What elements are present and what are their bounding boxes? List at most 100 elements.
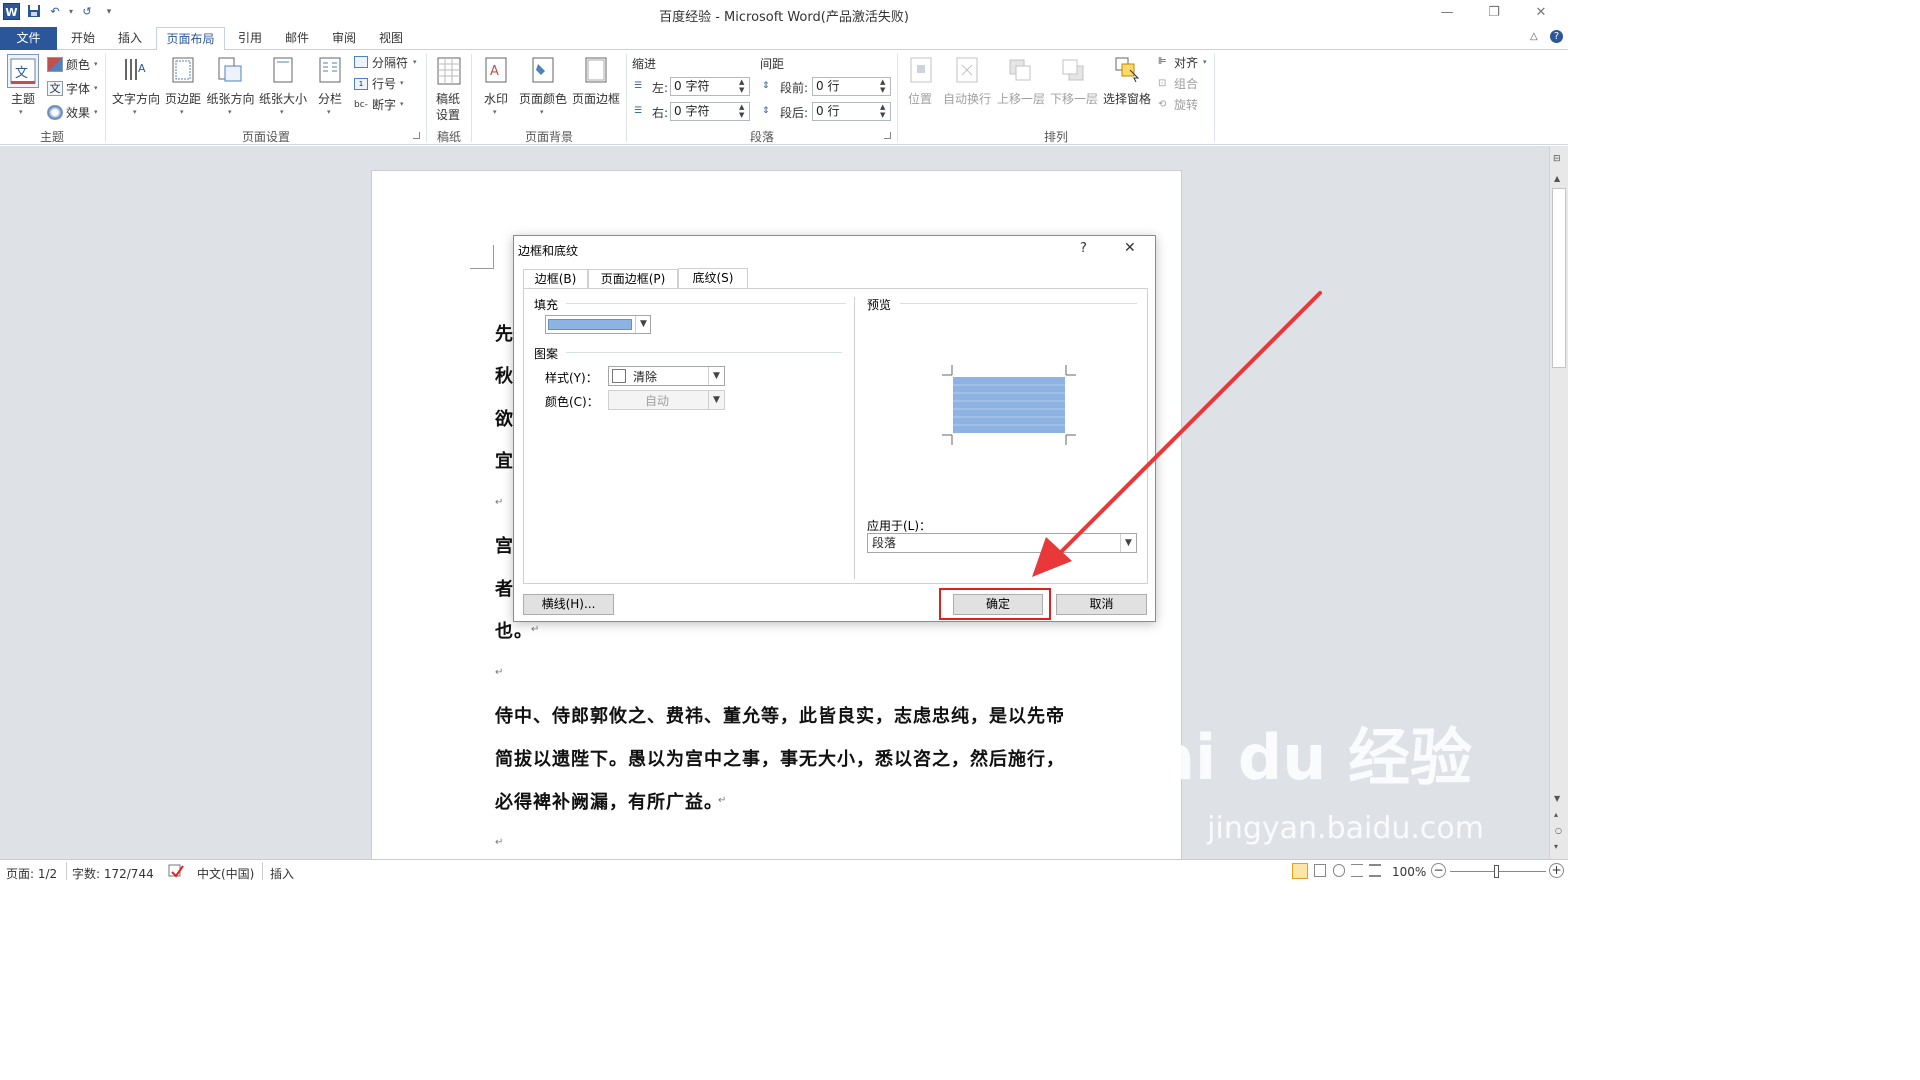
page-setup-launcher-icon[interactable] <box>413 132 420 139</box>
watermark-icon[interactable]: A <box>484 56 508 87</box>
line-numbers-button[interactable]: 行号 <box>372 77 396 91</box>
text-direction-button[interactable]: 文字方向 <box>110 92 162 106</box>
page-color-dropdown-icon[interactable]: ▾ <box>540 108 544 116</box>
text-direction-icon[interactable]: A <box>122 56 148 87</box>
align-dropdown-icon[interactable]: ▾ <box>1203 58 1207 66</box>
tab-references[interactable]: 引用 <box>228 27 272 51</box>
scroll-thumb[interactable] <box>1552 188 1566 368</box>
columns-button[interactable]: 分栏 <box>312 92 348 106</box>
web-layout-icon[interactable] <box>1333 864 1345 877</box>
orientation-dropdown-icon[interactable]: ▾ <box>228 108 232 116</box>
indent-right-input[interactable]: 0 字符 <box>670 102 750 121</box>
cancel-button[interactable]: 取消 <box>1056 594 1147 615</box>
page-count[interactable]: 页面: 1/2 <box>6 865 57 882</box>
tab-insert[interactable]: 插入 <box>108 27 152 51</box>
print-layout-view-icon[interactable] <box>1292 863 1308 879</box>
size-dropdown-icon[interactable]: ▾ <box>280 108 284 116</box>
columns-dropdown-icon[interactable]: ▾ <box>327 108 331 116</box>
indent-left-input[interactable]: 0 字符 <box>670 77 750 96</box>
help-icon[interactable]: ? <box>1550 30 1563 43</box>
manuscript-settings-line2[interactable]: 设置 <box>430 108 466 122</box>
align-icon[interactable]: ⊫ <box>1158 56 1170 68</box>
vertical-scrollbar[interactable]: ⊟ ▲ ▼ ▴ ○ ▾ <box>1549 146 1568 859</box>
columns-icon[interactable] <box>318 56 342 87</box>
style-combo[interactable]: 清除 ▼ <box>608 366 725 386</box>
tab-page-border[interactable]: 页面边框(P) <box>588 269 678 289</box>
effects-icon[interactable] <box>47 105 63 120</box>
indent-right-spinner-icon[interactable]: ▲ ▼ <box>739 103 744 119</box>
dialog-help-button[interactable]: ? <box>1080 241 1087 256</box>
next-page-icon[interactable]: ▾ <box>1554 842 1558 851</box>
size-button[interactable]: 纸张大小 <box>257 92 309 106</box>
zoom-level[interactable]: 100% <box>1392 865 1426 879</box>
outline-view-icon[interactable] <box>1351 864 1363 877</box>
close-button[interactable]: ✕ <box>1526 4 1556 22</box>
ruler-toggle-icon[interactable]: ⊟ <box>1553 154 1564 165</box>
breaks-dropdown-icon[interactable]: ▾ <box>413 58 417 66</box>
manuscript-settings-line1[interactable]: 稿纸 <box>430 92 466 106</box>
line-numbers-dropdown-icon[interactable]: ▾ <box>400 79 404 87</box>
minimize-ribbon-icon[interactable]: △ <box>1530 31 1538 42</box>
restore-button[interactable]: ❐ <box>1479 4 1509 22</box>
tab-view[interactable]: 视图 <box>369 27 413 51</box>
insert-mode-indicator[interactable]: 插入 <box>270 865 294 882</box>
margins-dropdown-icon[interactable]: ▾ <box>180 108 184 116</box>
orientation-icon[interactable] <box>217 56 243 87</box>
text-direction-dropdown-icon[interactable]: ▾ <box>133 108 137 116</box>
theme-button[interactable]: 主题 <box>6 92 40 106</box>
manuscript-icon[interactable] <box>436 56 462 89</box>
effects-dropdown-icon[interactable]: ▾ <box>94 108 98 116</box>
colors-icon[interactable] <box>47 57 63 72</box>
page-borders-icon[interactable] <box>584 56 608 87</box>
proofing-icon[interactable] <box>167 863 185 882</box>
page-borders-button[interactable]: 页面边框 <box>570 92 622 106</box>
tab-review[interactable]: 审阅 <box>322 27 366 51</box>
page-color-icon[interactable] <box>531 56 555 87</box>
horizontal-line-button[interactable]: 横线(H)... <box>523 594 614 615</box>
margins-button[interactable]: 页边距 <box>162 92 204 106</box>
language-indicator[interactable]: 中文(中国) <box>197 865 254 882</box>
tab-file[interactable]: 文件 <box>0 27 57 50</box>
breaks-icon[interactable] <box>354 56 368 68</box>
hyphenation-dropdown-icon[interactable]: ▾ <box>400 100 404 108</box>
orientation-button[interactable]: 纸张方向 <box>204 92 257 106</box>
tab-home[interactable]: 开始 <box>61 27 105 51</box>
selection-pane-button[interactable]: 选择窗格 <box>1101 92 1153 106</box>
align-button[interactable]: 对齐 <box>1174 56 1198 70</box>
zoom-in-button[interactable]: + <box>1549 863 1564 878</box>
indent-left-spinner-icon[interactable]: ▲ ▼ <box>739 78 744 94</box>
effects-button[interactable]: 效果 <box>66 106 90 120</box>
scroll-down-icon[interactable]: ▼ <box>1554 794 1560 803</box>
watermark-button[interactable]: 水印 <box>478 92 514 106</box>
fonts-icon[interactable]: 文 <box>47 81 63 96</box>
size-icon[interactable] <box>271 56 295 87</box>
word-count[interactable]: 字数: 172/744 <box>72 865 154 882</box>
margins-icon[interactable] <box>171 56 195 87</box>
watermark-dropdown-icon[interactable]: ▾ <box>493 108 497 116</box>
dialog-close-button[interactable]: ✕ <box>1124 240 1136 256</box>
fonts-button[interactable]: 字体 <box>66 82 90 96</box>
tab-mailings[interactable]: 邮件 <box>275 27 319 51</box>
tab-page-layout[interactable]: 页面布局 <box>156 27 225 51</box>
line-numbers-icon[interactable]: 1 <box>354 78 368 90</box>
paragraph-launcher-icon[interactable] <box>884 132 891 139</box>
hyphenation-icon[interactable]: bc- <box>354 99 368 111</box>
theme-icon[interactable]: 文 <box>7 54 39 88</box>
style-dropdown-icon[interactable]: ▼ <box>708 367 724 385</box>
scroll-up-icon[interactable]: ▲ <box>1554 174 1560 183</box>
selection-pane-icon[interactable] <box>1114 56 1140 87</box>
full-screen-reading-icon[interactable] <box>1314 864 1326 877</box>
theme-dropdown-icon[interactable]: ▾ <box>19 108 23 116</box>
spacing-before-spinner-icon[interactable]: ▲ ▼ <box>880 78 885 94</box>
browse-object-icon[interactable]: ○ <box>1555 826 1562 835</box>
colors-button[interactable]: 颜色 <box>66 58 90 72</box>
page-color-button[interactable]: 页面颜色 <box>517 92 569 106</box>
fill-dropdown-icon[interactable]: ▼ <box>635 316 651 333</box>
colors-dropdown-icon[interactable]: ▾ <box>94 60 98 68</box>
breaks-button[interactable]: 分隔符 <box>372 56 408 70</box>
fonts-dropdown-icon[interactable]: ▾ <box>94 84 98 92</box>
fill-color-picker[interactable]: ▼ <box>545 315 651 334</box>
previous-page-icon[interactable]: ▴ <box>1554 810 1558 819</box>
spacing-after-spinner-icon[interactable]: ▲ ▼ <box>880 103 885 119</box>
minimize-button[interactable]: — <box>1432 4 1462 22</box>
